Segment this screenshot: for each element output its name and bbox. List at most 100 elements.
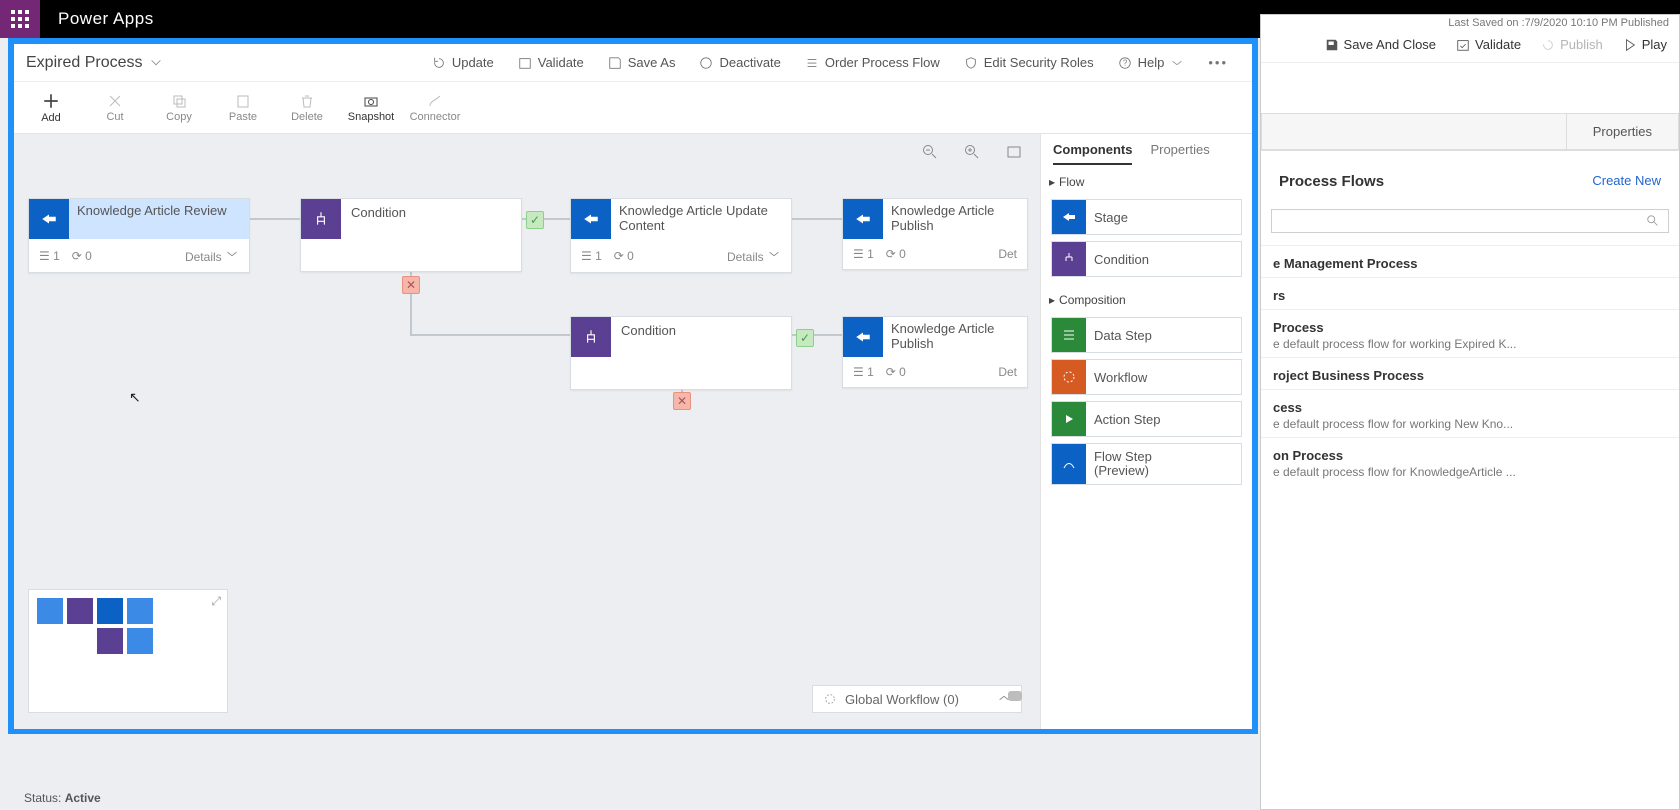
app-launcher-button[interactable] xyxy=(0,0,40,38)
zoom-in-button[interactable] xyxy=(964,144,980,165)
shield-icon xyxy=(964,56,978,70)
order-process-flow-label: Order Process Flow xyxy=(825,55,940,70)
component-workflow[interactable]: Workflow xyxy=(1051,359,1242,395)
group-composition[interactable]: ▸ Composition xyxy=(1041,283,1252,311)
details-toggle[interactable]: Details xyxy=(727,247,781,264)
component-action-step[interactable]: Action Step xyxy=(1051,401,1242,437)
minimap-node xyxy=(37,598,63,624)
tab-properties[interactable]: Properties xyxy=(1150,142,1209,165)
more-button[interactable]: ••• xyxy=(1196,55,1240,70)
paste-label: Paste xyxy=(229,111,257,123)
app-name: Power Apps xyxy=(58,9,154,29)
paste-icon xyxy=(235,93,251,109)
chevron-down-icon xyxy=(767,247,781,261)
connector-label: Connector xyxy=(410,111,461,123)
minimap-node xyxy=(127,598,153,624)
minimap-node xyxy=(97,628,123,654)
list-item[interactable]: cesse default process flow for working N… xyxy=(1261,389,1679,437)
component-flow-step-label: Flow Step (Preview) xyxy=(1094,450,1152,478)
stage-card-publish-1[interactable]: Knowledge Article Publish ☰ 1 ⟳ 0 Det xyxy=(842,198,1028,270)
stage-title: Knowledge Article Review xyxy=(69,199,249,239)
paste-button[interactable]: Paste xyxy=(216,93,270,123)
delete-button[interactable]: Delete xyxy=(280,93,334,123)
minimap-node xyxy=(127,628,153,654)
save-as-button[interactable]: Save As xyxy=(596,55,688,70)
order-process-flow-button[interactable]: Order Process Flow xyxy=(793,55,952,70)
condition-icon xyxy=(301,199,341,239)
validate-label-right: Validate xyxy=(1475,37,1521,52)
list-item[interactable]: on Processe default process flow for Kno… xyxy=(1261,437,1679,485)
copy-label: Copy xyxy=(166,111,192,123)
stage-icon xyxy=(571,199,611,239)
group-composition-label: Composition xyxy=(1059,293,1126,307)
condition-yes-chip: ✓ xyxy=(796,329,814,347)
scissors-icon xyxy=(107,93,123,109)
validate-button-right[interactable]: Validate xyxy=(1456,37,1521,52)
stage-card-review[interactable]: Knowledge Article Review ☰ 1 ⟳ 0 Details xyxy=(28,198,250,273)
stage-card-update[interactable]: Knowledge Article Update Content ☰ 1 ⟳ 0… xyxy=(570,198,792,273)
create-new-link[interactable]: Create New xyxy=(1592,173,1661,188)
process-flows-search[interactable] xyxy=(1271,209,1669,233)
deactivate-button[interactable]: Deactivate xyxy=(687,55,792,70)
details-toggle[interactable]: Det xyxy=(998,247,1017,261)
right-pane-tab-blank[interactable] xyxy=(1261,113,1566,150)
copy-button[interactable]: Copy xyxy=(152,93,206,123)
stage-icon xyxy=(1052,200,1086,234)
scrollbar-thumb[interactable] xyxy=(1008,691,1022,701)
plus-icon xyxy=(42,92,60,110)
right-pane-tab-properties[interactable]: Properties xyxy=(1566,113,1679,150)
details-toggle[interactable]: Details xyxy=(185,247,239,264)
calendar-check-icon xyxy=(1456,38,1470,52)
add-label: Add xyxy=(41,112,61,124)
group-flow[interactable]: ▸ Flow xyxy=(1041,165,1252,193)
publish-button: Publish xyxy=(1541,37,1603,52)
canvas-horizontal-scrollbar[interactable] xyxy=(32,691,1022,701)
minimap-node xyxy=(67,598,93,624)
edit-security-roles-button[interactable]: Edit Security Roles xyxy=(952,55,1106,70)
validate-button[interactable]: Validate xyxy=(506,55,596,70)
component-flow-step[interactable]: Flow Step (Preview) xyxy=(1051,443,1242,485)
editor-toolbar: Add Cut Copy Paste Delete Snapshot Conne… xyxy=(14,82,1252,134)
minimap-expand-icon[interactable]: ⤢ xyxy=(211,594,221,609)
mouse-cursor-icon: ↖ xyxy=(129,389,141,406)
chevron-down-icon xyxy=(149,56,163,70)
play-label: Play xyxy=(1642,37,1667,52)
pending-count: ⟳ 0 xyxy=(886,247,906,261)
steps-count: ☰ 1 xyxy=(581,249,602,263)
list-item[interactable]: e Management Process xyxy=(1261,245,1679,277)
stage-icon xyxy=(843,199,883,239)
delete-label: Delete xyxy=(291,111,323,123)
add-button[interactable]: Add xyxy=(24,92,78,124)
condition-card-2[interactable]: Condition xyxy=(570,316,792,390)
condition-card-1[interactable]: Condition xyxy=(300,198,522,272)
steps-count: ☰ 1 xyxy=(39,249,60,263)
stage-card-publish-2[interactable]: Knowledge Article Publish ☰ 1 ⟳ 0 Det xyxy=(842,316,1028,388)
chevron-down-icon xyxy=(1170,56,1184,70)
help-button[interactable]: ?Help xyxy=(1106,55,1197,70)
fit-to-screen-button[interactable] xyxy=(1006,144,1022,165)
zoom-in-icon xyxy=(964,144,980,160)
save-and-close-button[interactable]: Save And Close xyxy=(1325,37,1437,52)
details-toggle[interactable]: Det xyxy=(998,365,1017,379)
zoom-out-button[interactable] xyxy=(922,144,938,165)
deactivate-icon xyxy=(699,56,713,70)
update-button[interactable]: Update xyxy=(420,55,506,70)
play-button[interactable]: Play xyxy=(1623,37,1667,52)
list-item[interactable]: Processe default process flow for workin… xyxy=(1261,309,1679,357)
list-item[interactable]: rs xyxy=(1261,277,1679,309)
snapshot-button[interactable]: Snapshot xyxy=(344,93,398,123)
designer-canvas[interactable]: Knowledge Article Review ☰ 1 ⟳ 0 Details… xyxy=(14,134,1252,729)
connector-button[interactable]: Connector xyxy=(408,93,462,123)
cut-button[interactable]: Cut xyxy=(88,93,142,123)
pending-count: ⟳ 0 xyxy=(886,365,906,379)
play-icon xyxy=(1623,38,1637,52)
component-workflow-label: Workflow xyxy=(1094,370,1147,385)
component-condition[interactable]: Condition xyxy=(1051,241,1242,277)
component-data-step[interactable]: Data Step xyxy=(1051,317,1242,353)
process-name[interactable]: Expired Process xyxy=(26,54,163,72)
component-stage[interactable]: Stage xyxy=(1051,199,1242,235)
trash-icon xyxy=(299,93,315,109)
pending-count: ⟳ 0 xyxy=(72,249,92,263)
list-item[interactable]: roject Business Process xyxy=(1261,357,1679,389)
tab-components[interactable]: Components xyxy=(1053,142,1132,165)
